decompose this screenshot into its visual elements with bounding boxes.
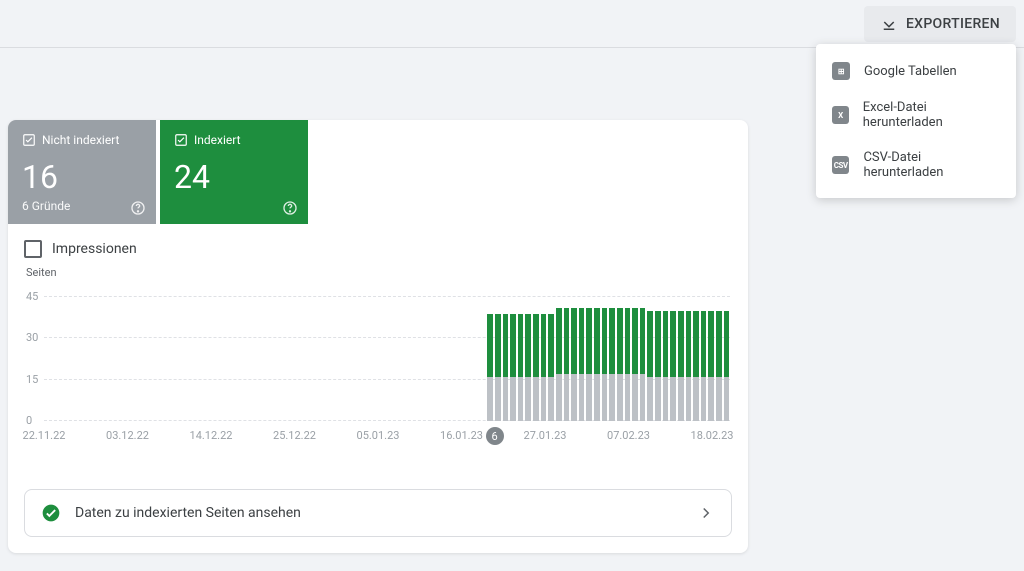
- chart-bar: [639, 308, 647, 421]
- chart-xtick: 03.12.22: [106, 429, 149, 442]
- chart-bar: [578, 308, 586, 421]
- help-icon[interactable]: [130, 200, 146, 216]
- impressions-toggle[interactable]: Impressionen: [8, 224, 748, 262]
- chart-bar: [723, 311, 731, 421]
- tile-not-indexed-value: 16: [22, 161, 142, 193]
- sheets-icon: ⊞: [832, 62, 850, 80]
- chart-bar: [685, 311, 693, 421]
- chart-bar: [631, 308, 639, 421]
- chart-bar: [700, 311, 708, 421]
- chart-xaxis: 22.11.2203.12.2214.12.2225.12.2205.01.23…: [44, 429, 712, 453]
- chart-bar: [608, 308, 616, 421]
- chart-bar: [593, 308, 601, 421]
- check-circle-icon: [41, 503, 61, 523]
- chart-bar: [524, 314, 532, 421]
- export-label: EXPORTIEREN: [906, 16, 1000, 32]
- indexing-panel: Nicht indexiert 16 6 Gründe Indexiert 24…: [8, 120, 748, 553]
- chart-xtick: 16.01.23: [440, 429, 483, 442]
- tile-not-indexed[interactable]: Nicht indexiert 16 6 Gründe: [8, 120, 156, 224]
- chart-bar: [517, 314, 525, 421]
- download-icon: [880, 15, 898, 33]
- export-excel[interactable]: X Excel-Datei herunterladen: [816, 90, 1016, 140]
- chart-xtick: 05.01.23: [357, 429, 400, 442]
- checkbox-unchecked-icon: [24, 240, 42, 258]
- export-excel-label: Excel-Datei herunterladen: [863, 100, 1000, 130]
- chart-bar: [532, 314, 540, 421]
- chart-bar: [692, 311, 700, 421]
- csv-icon: CSV: [832, 156, 849, 174]
- chart-bar: [563, 308, 571, 421]
- export-csv[interactable]: CSV CSV-Datei herunterladen: [816, 140, 1016, 190]
- chart-bar: [570, 308, 578, 421]
- chart-bar: [624, 308, 632, 421]
- chart-bar: [555, 308, 563, 421]
- tile-indexed[interactable]: Indexiert 24: [160, 120, 308, 224]
- export-button[interactable]: EXPORTIEREN: [864, 6, 1016, 42]
- impressions-label: Impressionen: [52, 241, 137, 257]
- export-csv-label: CSV-Datei herunterladen: [863, 150, 1000, 180]
- chart-bar: [547, 314, 555, 421]
- chart: Seiten 0153045 6 22.11.2203.12.2214.12.2…: [8, 262, 748, 453]
- checkbox-checked-icon: [22, 133, 36, 147]
- view-indexed-data-link[interactable]: Daten zu indexierten Seiten ansehen: [24, 489, 732, 537]
- chart-xtick: 22.11.22: [23, 429, 66, 442]
- chart-bar: [494, 314, 502, 421]
- tile-not-indexed-sub: 6 Gründe: [22, 199, 142, 213]
- chart-bar: [715, 311, 723, 421]
- excel-icon: X: [832, 106, 849, 124]
- chevron-right-icon: [697, 504, 715, 522]
- chart-bar: [540, 314, 548, 421]
- chart-bar: [646, 311, 654, 421]
- chart-xtick: 18.02.23: [691, 429, 734, 442]
- chart-bar: [601, 308, 609, 421]
- view-indexed-data-text: Daten zu indexierten Seiten ansehen: [75, 505, 697, 521]
- metric-tiles: Nicht indexiert 16 6 Gründe Indexiert 24: [8, 120, 748, 224]
- chart-bar: [669, 311, 677, 421]
- checkbox-checked-icon: [174, 133, 188, 147]
- chart-xtick: 07.02.23: [607, 429, 650, 442]
- chart-ylabel: Seiten: [26, 266, 730, 279]
- tile-indexed-value: 24: [174, 161, 294, 193]
- chart-bar: [654, 311, 662, 421]
- export-google-sheets-label: Google Tabellen: [864, 64, 957, 79]
- tile-indexed-label: Indexiert: [194, 133, 241, 147]
- chart-bar: [509, 314, 517, 421]
- chart-xtick: 14.12.22: [190, 429, 233, 442]
- export-google-sheets[interactable]: ⊞ Google Tabellen: [816, 52, 1016, 90]
- chart-bar: [585, 308, 593, 421]
- help-icon[interactable]: [282, 200, 298, 216]
- chart-bar: [677, 311, 685, 421]
- tile-not-indexed-label: Nicht indexiert: [42, 133, 119, 147]
- chart-bar: [502, 314, 510, 421]
- chart-bar: [707, 311, 715, 421]
- export-menu: ⊞ Google Tabellen X Excel-Datei herunter…: [816, 44, 1016, 198]
- topbar: EXPORTIEREN: [0, 0, 1024, 48]
- chart-xtick: 25.12.22: [273, 429, 316, 442]
- chart-bar: [486, 314, 494, 421]
- chart-bar: [662, 311, 670, 421]
- chart-xtick: 27.01.23: [524, 429, 567, 442]
- chart-bar: [616, 308, 624, 421]
